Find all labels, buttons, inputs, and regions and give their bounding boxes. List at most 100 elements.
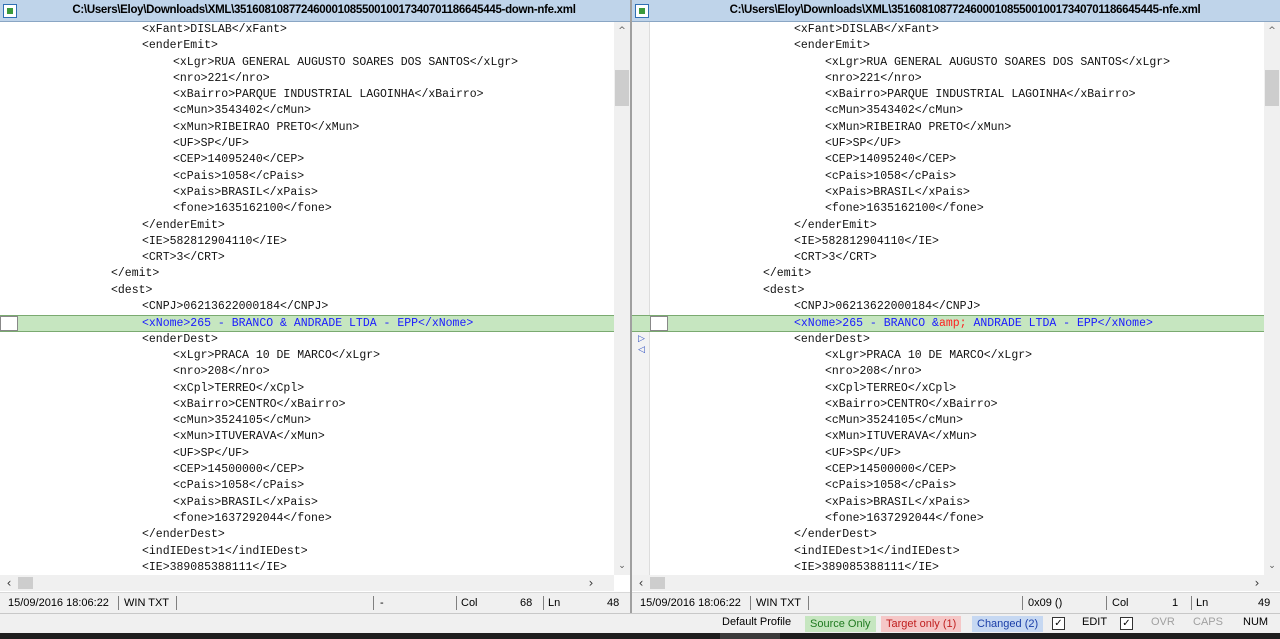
code-line[interactable]: <xLgr>RUA GENERAL AUGUSTO SOARES DOS SAN… — [0, 55, 614, 71]
changed-line[interactable]: <xNome>265 - BRANCO & ANDRADE LTDA - EPP… — [0, 315, 614, 332]
right-file-title-bar[interactable]: C:\Users\Eloy\Downloads\XML\351608108772… — [632, 0, 1280, 22]
code-line-text: <cMun>3524105</cMun> — [173, 414, 312, 428]
code-line[interactable]: <cMun>3524105</cMun> — [632, 413, 1264, 429]
right-vertical-scrollbar[interactable]: ^ ⌄ — [1264, 22, 1280, 575]
code-line[interactable]: <nro>208</nro> — [0, 364, 614, 380]
code-line[interactable]: <nro>221</nro> — [632, 71, 1264, 87]
code-line[interactable]: <cMun>3524105</cMun> — [0, 413, 614, 429]
code-line[interactable]: <xFant>DISLAB</xFant> — [0, 22, 614, 38]
code-line[interactable]: <fone>1637292044</fone> — [0, 511, 614, 527]
scroll-left-arrow-icon[interactable]: ‹ — [634, 575, 648, 591]
code-line[interactable]: <xMun>ITUVERAVA</xMun> — [632, 429, 1264, 445]
code-line[interactable]: <xPais>BRASIL</xPais> — [0, 185, 614, 201]
scroll-down-arrow-icon[interactable]: ⌄ — [614, 559, 630, 573]
code-line[interactable]: <CNPJ>06213622000184</CNPJ> — [632, 299, 1264, 315]
code-line[interactable]: <fone>1635162100</fone> — [0, 201, 614, 217]
code-line[interactable]: <xPais>BRASIL</xPais> — [632, 185, 1264, 201]
code-line[interactable]: <enderEmit> — [632, 38, 1264, 54]
status-ln-label: Ln — [548, 597, 561, 609]
left-file-title-bar[interactable]: C:\Users\Eloy\Downloads\XML\351608108772… — [0, 0, 630, 22]
code-line[interactable]: <cPais>1058</cPais> — [0, 478, 614, 494]
code-line[interactable]: <CEP>14500000</CEP> — [632, 462, 1264, 478]
code-line[interactable]: <UF>SP</UF> — [632, 446, 1264, 462]
code-line[interactable]: <xBairro>PARQUE INDUSTRIAL LAGOINHA</xBa… — [0, 87, 614, 103]
code-line[interactable]: <cPais>1058</cPais> — [0, 169, 614, 185]
code-line[interactable]: <xBairro>CENTRO</xBairro> — [632, 397, 1264, 413]
code-line[interactable]: <CEP>14500000</CEP> — [0, 462, 614, 478]
code-line[interactable]: <UF>SP</UF> — [0, 446, 614, 462]
left-vertical-scrollbar[interactable]: ^ ⌄ — [614, 22, 630, 575]
code-line[interactable]: </emit> — [0, 266, 614, 282]
code-line[interactable]: </enderEmit> — [632, 218, 1264, 234]
code-line[interactable]: <xFant>DISLAB</xFant> — [632, 22, 1264, 38]
code-line[interactable]: <UF>SP</UF> — [0, 136, 614, 152]
line-marker-box[interactable] — [650, 316, 668, 332]
code-line[interactable]: <IE>582812904110</IE> — [632, 234, 1264, 250]
code-line[interactable]: <IE>389085388111</IE> — [632, 560, 1264, 575]
edit-checkbox[interactable]: ✓ — [1052, 617, 1065, 630]
code-line[interactable]: <xCpl>TERREO</xCpl> — [0, 381, 614, 397]
code-line[interactable]: <cPais>1058</cPais> — [632, 169, 1264, 185]
code-line[interactable]: <nro>208</nro> — [632, 364, 1264, 380]
right-horizontal-scrollbar[interactable]: ‹ › — [632, 575, 1280, 591]
right-code-view[interactable]: ▷ ◁ <xFant>DISLAB</xFant> <enderEmit> <xLg… — [632, 22, 1264, 575]
code-line[interactable]: </emit> — [632, 266, 1264, 282]
code-line[interactable]: <CEP>14095240</CEP> — [632, 152, 1264, 168]
legend-changed[interactable]: Changed (2) — [972, 616, 1044, 632]
code-line[interactable]: <dest> — [0, 283, 614, 299]
code-line[interactable]: <indIEDest>1</indIEDest> — [632, 544, 1264, 560]
line-marker-box[interactable] — [0, 316, 18, 332]
code-line[interactable]: <CRT>3</CRT> — [632, 250, 1264, 266]
code-line[interactable]: </enderDest> — [0, 527, 614, 543]
left-horizontal-scrollbar[interactable]: ‹ › — [0, 575, 614, 591]
code-line[interactable]: <enderEmit> — [0, 38, 614, 54]
code-line[interactable]: <fone>1635162100</fone> — [632, 201, 1264, 217]
scroll-thumb[interactable] — [650, 577, 665, 589]
left-code-view[interactable]: <xFant>DISLAB</xFant> <enderEmit> <xLgr>RU… — [0, 22, 614, 575]
code-line[interactable]: <nro>221</nro> — [0, 71, 614, 87]
code-line[interactable]: <CRT>3</CRT> — [0, 250, 614, 266]
code-line[interactable]: <cMun>3543402</cMun> — [632, 103, 1264, 119]
legend-source-only[interactable]: Source Only — [805, 616, 876, 632]
code-line[interactable]: <cMun>3543402</cMun> — [0, 103, 614, 119]
code-line[interactable]: <enderDest> — [632, 332, 1264, 348]
code-line[interactable]: <xLgr>PRACA 10 DE MARCO</xLgr> — [0, 348, 614, 364]
scroll-up-arrow-icon[interactable]: ^ — [614, 24, 630, 38]
code-line[interactable]: <cPais>1058</cPais> — [632, 478, 1264, 494]
code-line[interactable]: </enderDest> — [632, 527, 1264, 543]
changed-line[interactable]: <xNome>265 - BRANCO &amp; ANDRADE LTDA -… — [632, 315, 1264, 332]
scroll-up-arrow-icon[interactable]: ^ — [1264, 24, 1280, 38]
scroll-thumb[interactable] — [1265, 70, 1279, 106]
code-line[interactable]: <xMun>ITUVERAVA</xMun> — [0, 429, 614, 445]
code-line[interactable]: </enderEmit> — [0, 218, 614, 234]
code-line[interactable]: <xLgr>PRACA 10 DE MARCO</xLgr> — [632, 348, 1264, 364]
scroll-down-arrow-icon[interactable]: ⌄ — [1264, 559, 1280, 573]
scroll-left-arrow-icon[interactable]: ‹ — [2, 575, 16, 591]
code-line[interactable]: <xBairro>PARQUE INDUSTRIAL LAGOINHA</xBa… — [632, 87, 1264, 103]
code-line[interactable]: <xMun>RIBEIRAO PRETO</xMun> — [0, 120, 614, 136]
code-line[interactable]: <xPais>BRASIL</xPais> — [632, 495, 1264, 511]
code-line[interactable]: <enderDest> — [0, 332, 614, 348]
scroll-right-arrow-icon[interactable]: › — [584, 575, 598, 591]
code-line[interactable]: <fone>1637292044</fone> — [632, 511, 1264, 527]
code-line[interactable]: <xCpl>TERREO</xCpl> — [632, 381, 1264, 397]
code-line[interactable]: <xLgr>RUA GENERAL AUGUSTO SOARES DOS SAN… — [632, 55, 1264, 71]
code-line[interactable]: <IE>582812904110</IE> — [0, 234, 614, 250]
ovr-checkbox[interactable]: ✓ — [1120, 617, 1133, 630]
legend-target-only[interactable]: Target only (1) — [881, 616, 962, 632]
code-line[interactable]: <CNPJ>06213622000184</CNPJ> — [0, 299, 614, 315]
code-line[interactable]: <xPais>BRASIL</xPais> — [0, 495, 614, 511]
code-line[interactable]: <IE>389085388111</IE> — [0, 560, 614, 575]
scroll-right-arrow-icon[interactable]: › — [1250, 575, 1264, 591]
code-line[interactable]: <UF>SP</UF> — [632, 136, 1264, 152]
taskbar-active-app[interactable] — [720, 633, 780, 639]
code-line[interactable]: <xMun>RIBEIRAO PRETO</xMun> — [632, 120, 1264, 136]
scroll-thumb[interactable] — [18, 577, 33, 589]
profile-label[interactable]: Default Profile — [722, 616, 791, 628]
code-line[interactable]: <dest> — [632, 283, 1264, 299]
code-line[interactable]: <xBairro>CENTRO</xBairro> — [0, 397, 614, 413]
scroll-thumb[interactable] — [615, 70, 629, 106]
code-line[interactable]: <CEP>14095240</CEP> — [0, 152, 614, 168]
code-line[interactable]: <indIEDest>1</indIEDest> — [0, 544, 614, 560]
code-line-text: <xFant>DISLAB</xFant> — [142, 23, 287, 36]
